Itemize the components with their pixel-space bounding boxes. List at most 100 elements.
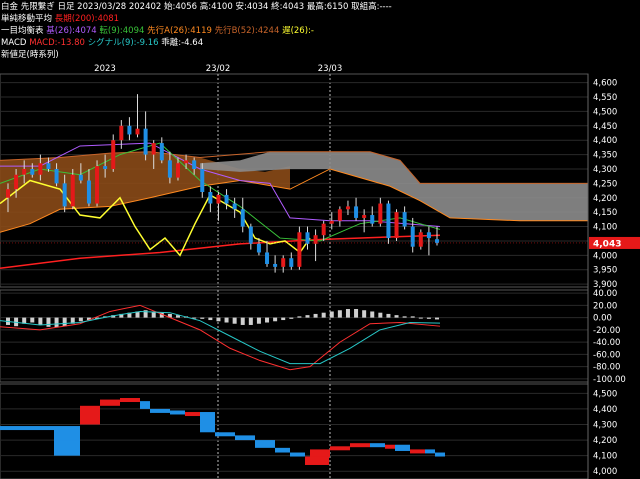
macd-hist-bar bbox=[345, 309, 350, 318]
candle-body[interactable] bbox=[418, 232, 423, 247]
candle-body[interactable] bbox=[135, 128, 140, 135]
kagi-block[interactable] bbox=[370, 443, 385, 448]
candle-body[interactable] bbox=[232, 203, 237, 210]
kagi-block[interactable] bbox=[200, 412, 215, 433]
candle-body[interactable] bbox=[119, 125, 124, 141]
kagi-block[interactable] bbox=[140, 401, 150, 409]
candle-body[interactable] bbox=[167, 160, 172, 178]
candle-body[interactable] bbox=[14, 174, 19, 190]
candle-body[interactable] bbox=[305, 232, 310, 244]
kagi-block[interactable] bbox=[385, 444, 395, 449]
kagi-block[interactable] bbox=[235, 435, 255, 441]
kagi-block[interactable] bbox=[120, 398, 140, 403]
candle-body[interactable] bbox=[265, 252, 270, 264]
close-value: 4043 bbox=[282, 2, 305, 12]
kagi-block[interactable] bbox=[310, 449, 330, 458]
candle-body[interactable] bbox=[240, 209, 245, 227]
candle-body[interactable] bbox=[22, 168, 27, 175]
candle-body[interactable] bbox=[30, 168, 35, 175]
candle-body[interactable] bbox=[46, 163, 51, 169]
kagi-block[interactable] bbox=[425, 449, 435, 454]
candle-body[interactable] bbox=[402, 212, 407, 227]
kagi-block[interactable] bbox=[275, 447, 290, 453]
candle-body[interactable] bbox=[78, 174, 83, 181]
macd-hist-bar bbox=[281, 317, 286, 321]
candle-body[interactable] bbox=[159, 143, 164, 161]
candle-body[interactable] bbox=[370, 215, 375, 224]
kagi-block[interactable] bbox=[80, 405, 100, 425]
candle-body[interactable] bbox=[435, 239, 439, 243]
kagi-block[interactable] bbox=[185, 412, 200, 417]
candle-body[interactable] bbox=[6, 189, 10, 198]
kagi-block[interactable] bbox=[54, 440, 80, 456]
candle-body[interactable] bbox=[175, 163, 180, 178]
candle-body[interactable] bbox=[273, 263, 278, 267]
candle-body[interactable] bbox=[127, 125, 132, 135]
kagi-block[interactable] bbox=[255, 440, 275, 448]
candle-body[interactable] bbox=[151, 143, 156, 155]
sma-legend[interactable]: 単純移動平均 長期(200):4081 bbox=[1, 14, 119, 25]
low-value: 4034 bbox=[246, 2, 269, 12]
price-tick-label: 4,000 bbox=[593, 251, 617, 261]
candle-body[interactable] bbox=[200, 168, 205, 193]
candle-body[interactable] bbox=[410, 226, 415, 247]
candle-body[interactable] bbox=[297, 232, 302, 267]
candle-body[interactable] bbox=[95, 166, 100, 204]
kagi-block[interactable] bbox=[100, 399, 120, 406]
candle-body[interactable] bbox=[216, 194, 221, 204]
candle-body[interactable] bbox=[111, 140, 116, 169]
chart-canvas[interactable]: 2023 23/02 23/03 4,600 4,550 4,500 4,450 4,400… bbox=[0, 0, 640, 479]
candle-body[interactable] bbox=[62, 183, 67, 207]
candle-body[interactable] bbox=[313, 235, 318, 244]
candle-body[interactable] bbox=[329, 220, 334, 224]
candle-body[interactable] bbox=[103, 166, 108, 169]
kagi-block[interactable] bbox=[395, 444, 410, 451]
candle-body[interactable] bbox=[289, 258, 294, 267]
kagi-block[interactable] bbox=[150, 408, 170, 413]
candle-body[interactable] bbox=[386, 203, 391, 239]
candle-body[interactable] bbox=[143, 128, 148, 155]
candle-body[interactable] bbox=[70, 174, 75, 207]
candle-body[interactable] bbox=[426, 232, 431, 239]
candle-body[interactable] bbox=[337, 209, 342, 221]
candle-body[interactable] bbox=[38, 163, 43, 175]
candle-body[interactable] bbox=[208, 192, 213, 204]
price-tick-label: 4,400 bbox=[593, 136, 617, 146]
kagi-block[interactable] bbox=[290, 452, 305, 457]
kagi-tick-label: 4,300 bbox=[593, 420, 617, 430]
macd-tick-label: -20.00 bbox=[593, 326, 620, 336]
candle-body[interactable] bbox=[256, 243, 261, 253]
contract-name: 先限繋ぎ bbox=[20, 2, 55, 12]
macd-legend[interactable]: MACD MACD:-13.80 シグナル(9):-9.16 乖離:-4.64 bbox=[1, 38, 203, 49]
kagi-block[interactable] bbox=[215, 432, 235, 437]
candle-body[interactable] bbox=[54, 168, 59, 184]
kagi-block[interactable] bbox=[170, 410, 185, 415]
candle-body[interactable] bbox=[345, 206, 350, 210]
candle-body[interactable] bbox=[192, 160, 197, 169]
kagi-block[interactable] bbox=[410, 449, 425, 454]
price-tick-label: 4,150 bbox=[593, 208, 617, 218]
candle-body[interactable] bbox=[248, 226, 253, 244]
kagi-tick-label: 4,400 bbox=[593, 405, 617, 415]
macd-hist-bar bbox=[402, 316, 407, 318]
kagi-block[interactable] bbox=[305, 456, 329, 465]
macd-hist-bar bbox=[329, 311, 334, 318]
kagi-block[interactable] bbox=[0, 426, 54, 431]
candle-body[interactable] bbox=[321, 223, 326, 236]
price-tick-label: 4,200 bbox=[593, 194, 617, 204]
kagi-block[interactable] bbox=[330, 446, 350, 451]
price-tick-label: 4,250 bbox=[593, 179, 617, 189]
candle-body[interactable] bbox=[354, 206, 359, 218]
candle-body[interactable] bbox=[184, 160, 189, 164]
kagi-legend[interactable]: 新値足(時系列) bbox=[1, 50, 59, 61]
kagi-block[interactable] bbox=[435, 452, 445, 457]
candle-body[interactable] bbox=[378, 203, 383, 224]
candle-body[interactable] bbox=[86, 180, 91, 204]
ichimoku-title: 一目均衡表 bbox=[1, 26, 44, 36]
candle-body[interactable] bbox=[224, 194, 229, 204]
candle-body[interactable] bbox=[281, 258, 286, 267]
kagi-block[interactable] bbox=[350, 443, 370, 448]
ichimoku-legend[interactable]: 一目均衡表 基(26):4074 転(9):4094 先行A(26):4119 … bbox=[1, 26, 314, 37]
candle-body[interactable] bbox=[394, 212, 399, 239]
candle-body[interactable] bbox=[362, 215, 367, 218]
